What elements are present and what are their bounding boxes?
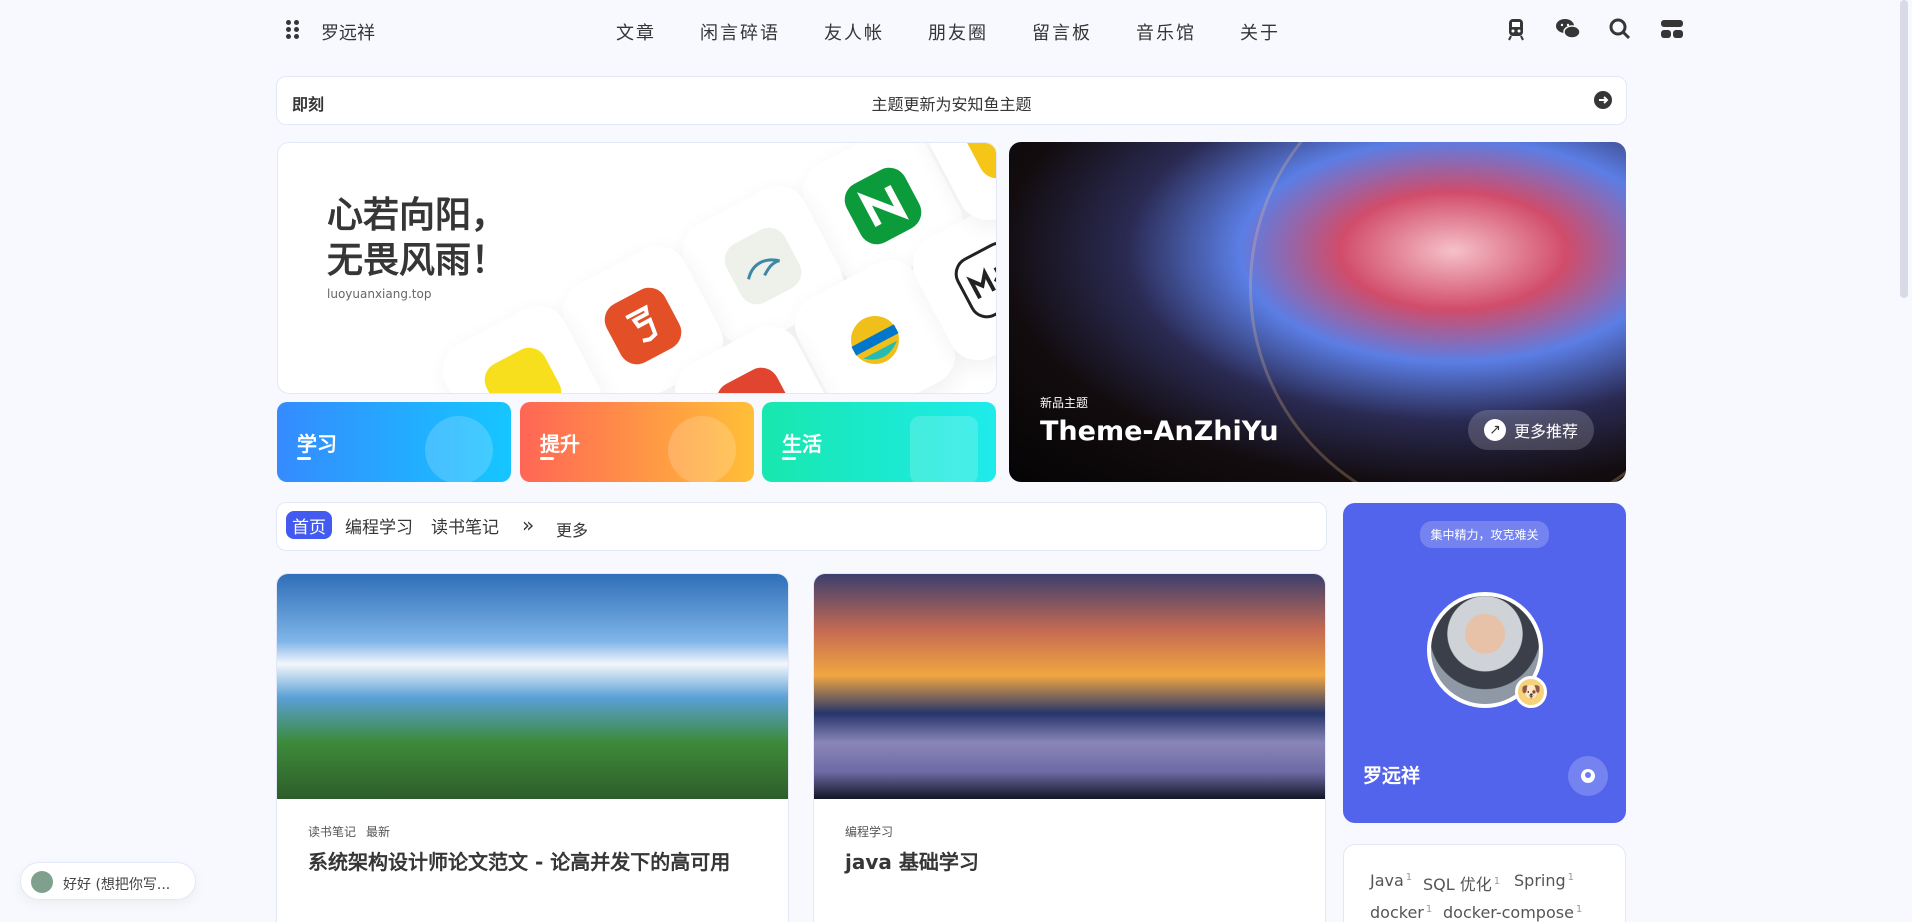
- tab-programming[interactable]: 编程学习: [339, 511, 419, 539]
- main-menu: 文章 闲言碎语 友人帐 朋友圈 留言板 音乐馆 关于: [616, 19, 1324, 45]
- tag-count: 1: [1425, 903, 1433, 915]
- github-icon[interactable]: [1568, 756, 1608, 796]
- author-motto: 集中精力，攻克难关: [1420, 521, 1549, 548]
- scrollbar-thumb[interactable]: [1900, 0, 1908, 298]
- nav-music[interactable]: 音乐馆: [1136, 19, 1196, 45]
- category-life[interactable]: 生活: [762, 402, 996, 482]
- tag-name: docker: [1370, 903, 1424, 922]
- apps-menu-icon[interactable]: [286, 20, 300, 39]
- tab-more[interactable]: 更多: [556, 517, 588, 541]
- bird-icon: [425, 416, 493, 482]
- tag-count: 1: [1567, 871, 1575, 883]
- more-recommend-label: 更多推荐: [1513, 422, 1578, 441]
- nav-friends[interactable]: 友人帐: [824, 19, 884, 45]
- author-motto-wrap: 集中精力，攻克难关: [1343, 521, 1626, 548]
- post-title[interactable]: 系统架构设计师论文范文 - 论高并发下的高可用: [308, 846, 730, 875]
- author-card: 集中精力，攻克难关 🐶 罗远祥: [1343, 503, 1626, 823]
- tag-count: 1: [1493, 875, 1501, 887]
- tag-item[interactable]: Java 1: [1370, 871, 1412, 890]
- category-tabs: 首页 编程学习 读书笔记 » 更多: [276, 502, 1327, 551]
- music-player[interactable]: 好好 (想把你写...: [20, 862, 196, 900]
- train-icon[interactable]: [1503, 16, 1529, 42]
- post-card[interactable]: 读书笔记 最新 系统架构设计师论文范文 - 论高并发下的高可用: [276, 573, 789, 922]
- fire-icon: [668, 416, 736, 482]
- category-underline: [782, 457, 796, 460]
- post-cover-image[interactable]: [814, 574, 1325, 799]
- double-chevron-right-icon[interactable]: »: [522, 513, 534, 537]
- tab-reading-notes[interactable]: 读书笔记: [425, 511, 505, 539]
- more-recommend-button[interactable]: ↗ 更多推荐: [1468, 410, 1594, 450]
- post-tag[interactable]: 读书笔记: [308, 825, 356, 839]
- tag-name: SQL 优化: [1423, 875, 1492, 894]
- nav-guestbook[interactable]: 留言板: [1032, 19, 1092, 45]
- nav-articles[interactable]: 文章: [616, 19, 656, 45]
- post-tags: 读书笔记 最新: [308, 823, 400, 840]
- tag-item[interactable]: SQL 优化 1: [1423, 871, 1500, 895]
- tag-name: Spring: [1514, 871, 1566, 890]
- top-navbar: 罗远祥 文章 闲言碎语 友人帐 朋友圈 留言板 音乐馆 关于: [0, 0, 1912, 62]
- arrow-up-right-icon: ↗: [1483, 419, 1506, 441]
- post-cover-image[interactable]: [277, 574, 788, 799]
- nav-about[interactable]: 关于: [1240, 19, 1280, 45]
- post-tag: 最新: [366, 825, 391, 839]
- post-tag[interactable]: 编程学习: [845, 825, 893, 839]
- category-label: 学习: [297, 432, 337, 456]
- tag-item[interactable]: docker-compose 1: [1443, 903, 1582, 922]
- wechat-icon[interactable]: [1555, 16, 1581, 42]
- dog-emoji-icon: 🐶: [1515, 676, 1547, 708]
- tag-cloud: Java 1 SQL 优化 1 Spring 1 docker 1 docker-com…: [1343, 844, 1626, 922]
- post-title[interactable]: java 基础学习: [845, 846, 979, 875]
- search-icon[interactable]: [1607, 16, 1633, 42]
- hero-banner: 心若向阳， 无畏风雨！ luoyuanxiang.top: [277, 142, 997, 394]
- scrollbar[interactable]: [1900, 0, 1908, 922]
- hero-title: 心若向阳， 无畏风雨！: [327, 195, 508, 281]
- nav-actions: [1503, 16, 1685, 42]
- category-label: 生活: [782, 432, 822, 456]
- tag-name: docker-compose: [1443, 903, 1574, 922]
- post-tags: 编程学习: [845, 823, 903, 840]
- post-card[interactable]: 编程学习 java 基础学习: [813, 573, 1326, 922]
- feature-title[interactable]: Theme-AnZhiYu: [1040, 416, 1279, 447]
- tag-item[interactable]: Spring 1: [1514, 871, 1574, 890]
- music-title: 好好 (想把你写...: [63, 877, 171, 893]
- category-label: 提升: [540, 432, 580, 456]
- featured-theme-card[interactable]: 新品主题 Theme-AnZhiYu ↗ 更多推荐: [1009, 142, 1626, 482]
- announcement-bar[interactable]: 即刻 主题更新为安知鱼主题: [276, 76, 1627, 125]
- category-study[interactable]: 学习: [277, 402, 511, 482]
- feature-badge: 新品主题: [1040, 396, 1089, 410]
- author-name: 罗远祥: [1363, 765, 1421, 787]
- tab-home[interactable]: 首页: [286, 511, 332, 539]
- tag-count: 1: [1575, 903, 1583, 915]
- hero-url: luoyuanxiang.top: [327, 287, 432, 301]
- category-underline: [297, 457, 311, 460]
- nav-moments[interactable]: 朋友圈: [928, 19, 988, 45]
- switch-icon[interactable]: [1659, 16, 1685, 42]
- category-improve[interactable]: 提升: [520, 402, 754, 482]
- site-name[interactable]: 罗远祥: [321, 19, 375, 45]
- book-icon: [910, 416, 978, 482]
- category-underline: [540, 457, 554, 460]
- tag-name: Java: [1370, 871, 1404, 890]
- nav-essays[interactable]: 闲言碎语: [700, 19, 780, 45]
- arrow-right-icon[interactable]: [1594, 91, 1612, 109]
- music-cover-icon[interactable]: [31, 871, 53, 893]
- tag-item[interactable]: docker 1: [1370, 903, 1432, 922]
- tag-count: 1: [1405, 871, 1413, 883]
- announcement-text[interactable]: 主题更新为安知鱼主题: [277, 91, 1626, 115]
